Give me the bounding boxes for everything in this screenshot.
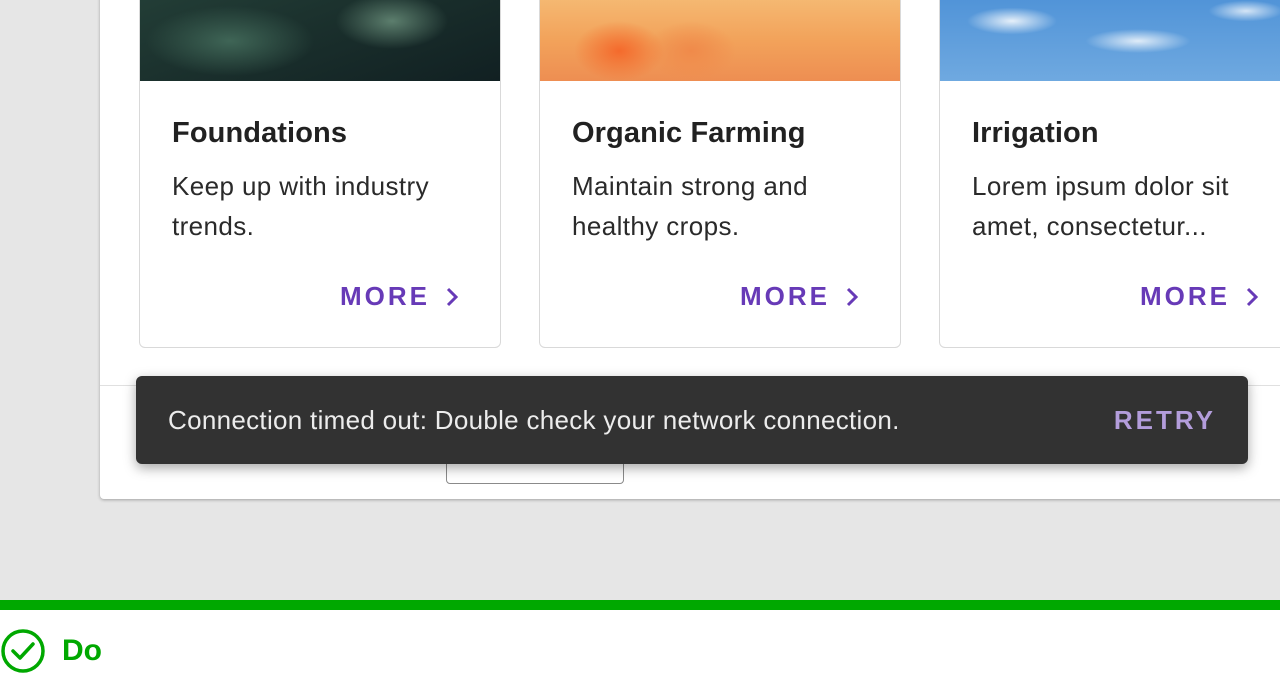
card-organic-farming: Organic Farming Maintain strong and heal… — [539, 0, 901, 348]
card-irrigation: Irrigation Lorem ipsum dolor sit amet, c… — [939, 0, 1280, 348]
check-circle-icon — [1, 629, 45, 673]
card-image-organic-farming — [540, 0, 900, 81]
chevron-right-icon — [1246, 287, 1259, 306]
card-description: Lorem ipsum dolor sit amet, consectetur.… — [972, 171, 1229, 241]
card-title: Foundations — [172, 117, 348, 149]
more-button-label: MORE — [340, 281, 430, 311]
more-button-label: MORE — [1140, 281, 1230, 311]
example-canvas: Foundations Keep up with industry trends… — [0, 0, 1280, 600]
card-image-irrigation — [940, 0, 1280, 81]
more-button-label: MORE — [740, 281, 830, 311]
snackbar-message: Connection timed out: Double check your … — [168, 405, 900, 435]
card-description: Keep up with industry trends. — [172, 171, 429, 241]
snackbar: Connection timed out: Double check your … — [136, 376, 1248, 464]
guideline-label: Do — [0, 628, 102, 674]
card-title: Organic Farming — [572, 117, 806, 149]
more-button[interactable]: MORE — [340, 281, 460, 312]
chevron-right-icon — [846, 287, 859, 306]
retry-button[interactable]: RETRY — [1114, 376, 1216, 464]
more-button[interactable]: MORE — [1140, 281, 1260, 312]
card-image-foundations — [140, 0, 500, 81]
card-title: Irrigation — [972, 117, 1099, 149]
more-button[interactable]: MORE — [740, 281, 860, 312]
guideline-text: Do — [62, 634, 102, 667]
card-description: Maintain strong and healthy crops. — [572, 171, 808, 241]
guideline-bar — [0, 600, 1280, 610]
chevron-right-icon — [446, 287, 459, 306]
card-foundations: Foundations Keep up with industry trends… — [139, 0, 501, 348]
